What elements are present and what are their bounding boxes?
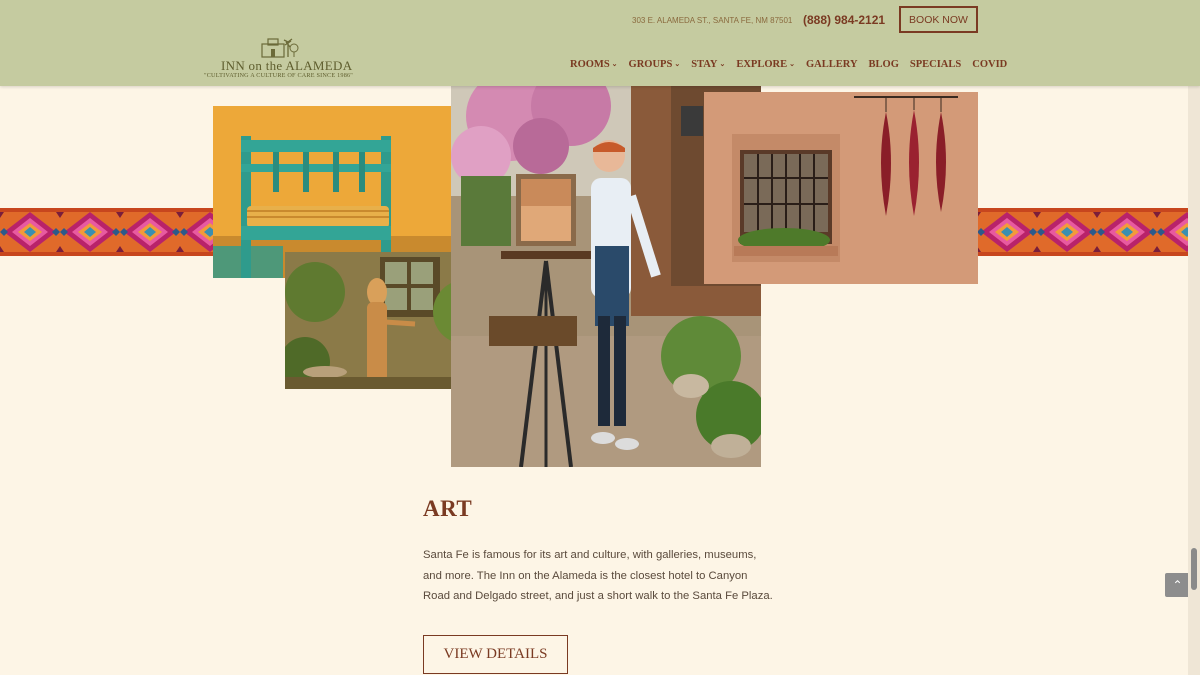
adobe-building-icon bbox=[261, 38, 299, 58]
chevron-up-icon: ⌃ bbox=[1172, 578, 1183, 592]
nav-blog[interactable]: BLOG bbox=[869, 57, 899, 71]
adobe-window-chiles-photo bbox=[704, 92, 978, 284]
site-logo[interactable]: INN on the ALAMEDA "CULTIVATING A CULTUR… bbox=[203, 36, 363, 82]
decorative-pattern-band-right bbox=[977, 208, 1190, 256]
section-body: Santa Fe is famous for its art and cultu… bbox=[423, 549, 773, 602]
logo-tagline: "CULTIVATING A CULTURE OF CARE SINCE 198… bbox=[204, 72, 354, 79]
nav-rooms[interactable]: ROOMS ⌄ bbox=[570, 57, 618, 71]
chevron-down-icon: ⌄ bbox=[611, 60, 618, 68]
chevron-down-icon: ⌄ bbox=[674, 60, 681, 68]
nav-label: SPECIALS bbox=[909, 58, 962, 70]
book-now-button[interactable]: BOOK NOW bbox=[899, 6, 978, 33]
nav-label: STAY bbox=[691, 58, 718, 70]
chevron-down-icon: ⌄ bbox=[789, 60, 795, 68]
page-scrollbar[interactable] bbox=[1188, 0, 1200, 675]
section-heading: ART bbox=[423, 496, 473, 521]
nav-label: EXPLORE bbox=[736, 58, 788, 70]
address: 303 E. ALAMEDA ST., SANTA FE, NM 87501 bbox=[632, 16, 793, 25]
nav-label: GROUPS bbox=[628, 58, 673, 70]
main-nav: ROOMS ⌄ GROUPS ⌄ STAY ⌄ EXPLORE ⌄ GALLER… bbox=[570, 57, 1007, 71]
scrollbar-thumb[interactable] bbox=[1191, 548, 1197, 590]
nav-label: BLOG bbox=[868, 58, 899, 70]
chevron-down-icon: ⌄ bbox=[719, 60, 726, 68]
nav-label: ROOMS bbox=[570, 58, 610, 70]
nav-covid[interactable]: COVID bbox=[972, 57, 1007, 71]
phone-link[interactable]: (888) 984-2121 bbox=[803, 13, 885, 27]
nav-label: GALLERY bbox=[805, 58, 858, 70]
site-header: INN on the ALAMEDA "CULTIVATING A CULTUR… bbox=[0, 0, 1200, 86]
view-details-button[interactable]: VIEW DETAILS bbox=[423, 635, 568, 674]
nav-stay[interactable]: STAY ⌄ bbox=[691, 57, 725, 71]
decorative-pattern-band-left bbox=[0, 208, 215, 256]
nav-gallery[interactable]: GALLERY bbox=[806, 57, 858, 71]
nav-specials[interactable]: SPECIALS bbox=[910, 57, 961, 71]
nav-groups[interactable]: GROUPS ⌄ bbox=[629, 57, 681, 71]
back-to-top-button[interactable]: ⌃ bbox=[1165, 573, 1190, 597]
nav-label: COVID bbox=[972, 58, 1008, 70]
nav-explore[interactable]: EXPLORE ⌄ bbox=[736, 57, 795, 71]
